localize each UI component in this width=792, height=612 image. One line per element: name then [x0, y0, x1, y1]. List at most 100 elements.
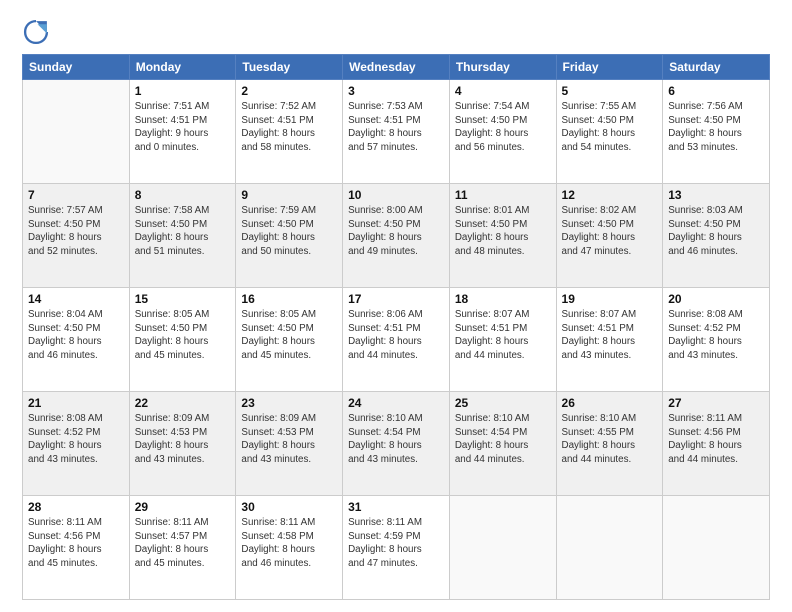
day-number: 11	[455, 188, 551, 202]
week-row-1: 1 Sunrise: 7:51 AM Sunset: 4:51 PM Daylig…	[23, 80, 770, 184]
day-info: Sunrise: 7:56 AM Sunset: 4:50 PM Dayligh…	[668, 100, 764, 155]
calendar-cell: 14 Sunrise: 8:04 AM Sunset: 4:50 PM Dayli…	[23, 288, 130, 392]
day-info: Sunrise: 8:07 AM Sunset: 4:51 PM Dayligh…	[562, 308, 658, 363]
day-info: Sunrise: 8:11 AM Sunset: 4:59 PM Dayligh…	[348, 516, 444, 571]
day-info: Sunrise: 7:59 AM Sunset: 4:50 PM Dayligh…	[241, 204, 337, 259]
day-number: 19	[562, 292, 658, 306]
day-info: Sunrise: 8:11 AM Sunset: 4:57 PM Dayligh…	[135, 516, 231, 571]
day-number: 8	[135, 188, 231, 202]
day-number: 30	[241, 500, 337, 514]
day-info: Sunrise: 8:11 AM Sunset: 4:56 PM Dayligh…	[28, 516, 124, 571]
day-number: 3	[348, 84, 444, 98]
day-info: Sunrise: 7:57 AM Sunset: 4:50 PM Dayligh…	[28, 204, 124, 259]
calendar-cell: 5 Sunrise: 7:55 AM Sunset: 4:50 PM Daylig…	[556, 80, 663, 184]
day-info: Sunrise: 7:54 AM Sunset: 4:50 PM Dayligh…	[455, 100, 551, 155]
calendar-cell	[23, 80, 130, 184]
calendar-cell: 19 Sunrise: 8:07 AM Sunset: 4:51 PM Dayli…	[556, 288, 663, 392]
day-info: Sunrise: 8:05 AM Sunset: 4:50 PM Dayligh…	[241, 308, 337, 363]
calendar-cell: 6 Sunrise: 7:56 AM Sunset: 4:50 PM Daylig…	[663, 80, 770, 184]
day-number: 25	[455, 396, 551, 410]
day-info: Sunrise: 8:08 AM Sunset: 4:52 PM Dayligh…	[28, 412, 124, 467]
day-info: Sunrise: 7:58 AM Sunset: 4:50 PM Dayligh…	[135, 204, 231, 259]
day-number: 2	[241, 84, 337, 98]
day-number: 23	[241, 396, 337, 410]
calendar-cell	[556, 496, 663, 600]
day-info: Sunrise: 7:55 AM Sunset: 4:50 PM Dayligh…	[562, 100, 658, 155]
day-info: Sunrise: 8:10 AM Sunset: 4:54 PM Dayligh…	[348, 412, 444, 467]
day-number: 4	[455, 84, 551, 98]
day-number: 21	[28, 396, 124, 410]
day-number: 18	[455, 292, 551, 306]
calendar-cell: 29 Sunrise: 8:11 AM Sunset: 4:57 PM Dayli…	[129, 496, 236, 600]
logo-icon	[22, 18, 50, 46]
calendar-cell: 9 Sunrise: 7:59 AM Sunset: 4:50 PM Daylig…	[236, 184, 343, 288]
weekday-header-saturday: Saturday	[663, 55, 770, 80]
day-info: Sunrise: 8:02 AM Sunset: 4:50 PM Dayligh…	[562, 204, 658, 259]
calendar-cell: 12 Sunrise: 8:02 AM Sunset: 4:50 PM Dayli…	[556, 184, 663, 288]
weekday-header-tuesday: Tuesday	[236, 55, 343, 80]
calendar-cell: 7Sunrise: 7:57 AM Sunset: 4:50 PM Daylig…	[23, 184, 130, 288]
calendar-cell: 21 Sunrise: 8:08 AM Sunset: 4:52 PM Dayli…	[23, 392, 130, 496]
weekday-header-row: SundayMondayTuesdayWednesdayThursdayFrid…	[23, 55, 770, 80]
weekday-header-monday: Monday	[129, 55, 236, 80]
day-number: 29	[135, 500, 231, 514]
day-info: Sunrise: 8:06 AM Sunset: 4:51 PM Dayligh…	[348, 308, 444, 363]
day-number: 6	[668, 84, 764, 98]
calendar-cell: 17Sunrise: 8:06 AM Sunset: 4:51 PM Dayli…	[343, 288, 450, 392]
day-number: 20	[668, 292, 764, 306]
day-number: 1	[135, 84, 231, 98]
weekday-header-thursday: Thursday	[449, 55, 556, 80]
calendar-cell	[449, 496, 556, 600]
calendar-cell: 2 Sunrise: 7:52 AM Sunset: 4:51 PM Daylig…	[236, 80, 343, 184]
calendar-cell: 20 Sunrise: 8:08 AM Sunset: 4:52 PM Dayli…	[663, 288, 770, 392]
day-number: 22	[135, 396, 231, 410]
calendar-cell: 28 Sunrise: 8:11 AM Sunset: 4:56 PM Dayli…	[23, 496, 130, 600]
calendar-cell: 13 Sunrise: 8:03 AM Sunset: 4:50 PM Dayli…	[663, 184, 770, 288]
header	[22, 18, 770, 46]
day-number: 16	[241, 292, 337, 306]
day-info: Sunrise: 8:00 AM Sunset: 4:50 PM Dayligh…	[348, 204, 444, 259]
day-number: 28	[28, 500, 124, 514]
calendar-cell: 26Sunrise: 8:10 AM Sunset: 4:55 PM Dayli…	[556, 392, 663, 496]
day-info: Sunrise: 8:08 AM Sunset: 4:52 PM Dayligh…	[668, 308, 764, 363]
day-info: Sunrise: 7:52 AM Sunset: 4:51 PM Dayligh…	[241, 100, 337, 155]
day-number: 14	[28, 292, 124, 306]
day-info: Sunrise: 8:11 AM Sunset: 4:58 PM Dayligh…	[241, 516, 337, 571]
day-number: 12	[562, 188, 658, 202]
weekday-header-wednesday: Wednesday	[343, 55, 450, 80]
calendar-cell: 25 Sunrise: 8:10 AM Sunset: 4:54 PM Dayli…	[449, 392, 556, 496]
day-info: Sunrise: 8:09 AM Sunset: 4:53 PM Dayligh…	[135, 412, 231, 467]
calendar-cell: 30 Sunrise: 8:11 AM Sunset: 4:58 PM Dayli…	[236, 496, 343, 600]
day-number: 15	[135, 292, 231, 306]
calendar-cell: 10 Sunrise: 8:00 AM Sunset: 4:50 PM Dayli…	[343, 184, 450, 288]
day-number: 10	[348, 188, 444, 202]
week-row-2: 7Sunrise: 7:57 AM Sunset: 4:50 PM Daylig…	[23, 184, 770, 288]
day-number: 9	[241, 188, 337, 202]
day-info: Sunrise: 8:07 AM Sunset: 4:51 PM Dayligh…	[455, 308, 551, 363]
day-number: 31	[348, 500, 444, 514]
calendar-cell: 3Sunrise: 7:53 AM Sunset: 4:51 PM Daylig…	[343, 80, 450, 184]
calendar-cell: 24Sunrise: 8:10 AM Sunset: 4:54 PM Dayli…	[343, 392, 450, 496]
calendar-cell: 15Sunrise: 8:05 AM Sunset: 4:50 PM Dayli…	[129, 288, 236, 392]
weekday-header-sunday: Sunday	[23, 55, 130, 80]
day-number: 27	[668, 396, 764, 410]
day-number: 13	[668, 188, 764, 202]
logo	[22, 18, 54, 46]
calendar-cell: 31 Sunrise: 8:11 AM Sunset: 4:59 PM Dayli…	[343, 496, 450, 600]
calendar-cell: 23 Sunrise: 8:09 AM Sunset: 4:53 PM Dayli…	[236, 392, 343, 496]
day-info: Sunrise: 7:51 AM Sunset: 4:51 PM Dayligh…	[135, 100, 231, 155]
calendar-cell: 16 Sunrise: 8:05 AM Sunset: 4:50 PM Dayli…	[236, 288, 343, 392]
calendar-cell: 8 Sunrise: 7:58 AM Sunset: 4:50 PM Daylig…	[129, 184, 236, 288]
day-info: Sunrise: 8:04 AM Sunset: 4:50 PM Dayligh…	[28, 308, 124, 363]
day-info: Sunrise: 8:03 AM Sunset: 4:50 PM Dayligh…	[668, 204, 764, 259]
calendar-cell: 4 Sunrise: 7:54 AM Sunset: 4:50 PM Daylig…	[449, 80, 556, 184]
day-info: Sunrise: 8:09 AM Sunset: 4:53 PM Dayligh…	[241, 412, 337, 467]
day-info: Sunrise: 8:10 AM Sunset: 4:55 PM Dayligh…	[562, 412, 658, 467]
day-info: Sunrise: 8:11 AM Sunset: 4:56 PM Dayligh…	[668, 412, 764, 467]
calendar-cell: 11Sunrise: 8:01 AM Sunset: 4:50 PM Dayli…	[449, 184, 556, 288]
calendar-table: SundayMondayTuesdayWednesdayThursdayFrid…	[22, 54, 770, 600]
day-number: 5	[562, 84, 658, 98]
day-info: Sunrise: 8:10 AM Sunset: 4:54 PM Dayligh…	[455, 412, 551, 467]
week-row-5: 28 Sunrise: 8:11 AM Sunset: 4:56 PM Dayli…	[23, 496, 770, 600]
calendar-cell: 1 Sunrise: 7:51 AM Sunset: 4:51 PM Daylig…	[129, 80, 236, 184]
